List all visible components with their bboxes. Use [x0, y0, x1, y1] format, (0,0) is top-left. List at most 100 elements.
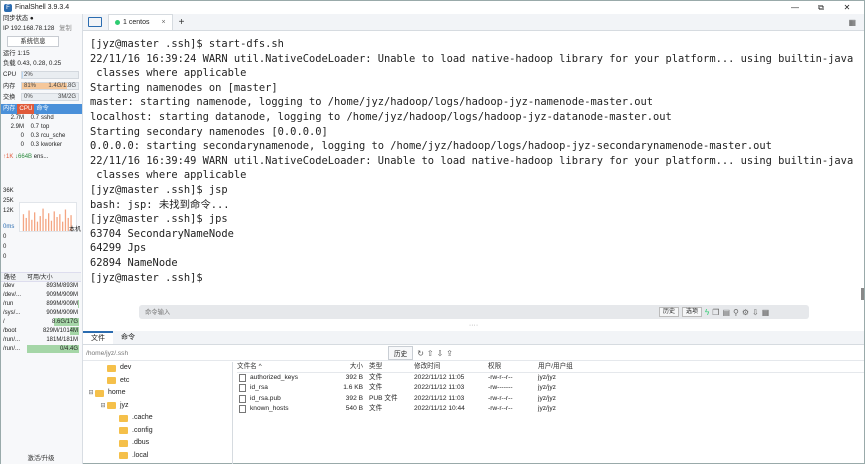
system-info-button[interactable]: 系统信息	[7, 36, 59, 47]
file-icon	[239, 384, 246, 392]
proc-tab-memory[interactable]: 内存	[1, 104, 17, 114]
file-row[interactable]: id_rsa.pub 392 B PUB 文件 2022/11/12 11:03 -rw…	[237, 394, 864, 405]
path-input[interactable]	[83, 347, 388, 359]
process-row[interactable]: 0 0.3 rcu_sche	[1, 132, 82, 141]
col-size[interactable]: 大小	[329, 362, 369, 372]
disk-usage-fill	[78, 300, 79, 308]
memory-value: 1.4G/1.8G	[48, 82, 76, 89]
tree-item[interactable]: ⊟ home	[83, 387, 232, 400]
terminal-line: localhost: starting datanode, logging to…	[90, 110, 672, 123]
file-row[interactable]: id_rsa 1.6 KB 文件 2022/11/12 11:03 -rw-------…	[237, 383, 864, 394]
tree-item[interactable]: etc	[83, 375, 232, 388]
tree-item[interactable]: .config	[83, 425, 232, 438]
process-row[interactable]: 0 0.3 kworker	[1, 141, 82, 150]
terminal-line: 22/11/16 16:39:24 WARN util.NativeCodeLo…	[90, 52, 854, 65]
file-modified: 2022/11/12 11:05	[414, 373, 465, 381]
session-tab-label: 1 centos	[123, 19, 150, 26]
close-tab-icon[interactable]: ×	[161, 19, 165, 26]
minimize-button[interactable]: —	[782, 1, 808, 14]
process-row[interactable]: 2.7M 0.7 sshd	[1, 114, 82, 123]
new-tab-button[interactable]: +	[179, 17, 185, 28]
grid-icon[interactable]: ▦	[762, 308, 770, 317]
app-logo-icon: F	[4, 3, 12, 12]
command-options-button[interactable]: 选项	[682, 307, 703, 317]
download-icon[interactable]: ⇩	[752, 308, 759, 317]
session-tab[interactable]: 1 centos ×	[108, 14, 173, 30]
swap-label: 交换	[3, 94, 16, 101]
file-icon	[239, 373, 246, 382]
file-row[interactable]: authorized_keys 392 B 文件 2022/11/12 11:05 -r…	[237, 373, 864, 384]
path-history-button[interactable]: 历史	[388, 346, 414, 360]
file-owner: jyz/jyz	[538, 373, 556, 381]
command-input-bar: 历史 选项 ϟ ❐ ▤ ⚲ ⚙ ⇩ ▦	[139, 305, 809, 319]
clipboard-icon[interactable]: ▤	[722, 308, 730, 317]
terminal-scrollbar[interactable]	[861, 288, 864, 300]
col-owner[interactable]: 用户/用户组	[538, 362, 598, 372]
file-name: known_hosts	[250, 405, 289, 412]
close-button[interactable]: ✕	[834, 1, 860, 14]
latency-value-2: 0	[3, 244, 7, 250]
download-file-icon[interactable]: ⇩	[437, 349, 444, 358]
file-row[interactable]: known_hosts 540 B 文件 2022/11/12 10:44 -rw-r-…	[237, 404, 864, 415]
connected-status-icon	[115, 20, 120, 25]
terminal-line: classes where applicable	[90, 169, 247, 182]
net-upload: ↑1K	[3, 154, 14, 160]
gear-icon[interactable]: ⚙	[742, 308, 749, 317]
command-input[interactable]	[139, 306, 659, 318]
col-modified[interactable]: 修改时间	[414, 362, 488, 372]
sync-status[interactable]: 同步状态 ●	[1, 14, 82, 24]
upload-icon[interactable]: ⇧	[427, 349, 434, 358]
latency-value-3: 0	[3, 254, 7, 260]
cpu-meter: CPU 2%	[1, 69, 82, 80]
open-folder-icon[interactable]	[88, 17, 102, 27]
maximize-button[interactable]: ⧉	[808, 1, 834, 14]
activate-upgrade-link[interactable]: 激活/升级	[1, 453, 81, 462]
terminal-output[interactable]: [jyz@master .ssh]$ start-dfs.sh 22/11/16 …	[83, 31, 861, 325]
process-row[interactable]: 2.9M 0.7 top	[1, 123, 82, 132]
refresh-icon[interactable]: ↻	[417, 349, 424, 358]
upload-folder-icon[interactable]: ⇪	[446, 349, 453, 358]
proc-tab-command[interactable]: 命令	[34, 104, 50, 114]
disk-value: 909M/909M	[46, 292, 78, 298]
panel-splitter[interactable]: ····	[83, 322, 864, 330]
folder-icon	[119, 414, 128, 422]
file-permissions: -rw-r--r--	[488, 373, 513, 381]
disk-path-header: 路径	[4, 275, 17, 281]
disk-row: /dev/... 909M/909M	[1, 291, 81, 300]
grid-layout-icon[interactable]: ▦	[848, 18, 856, 27]
file-type: 文件	[369, 405, 383, 412]
disk-header: 路径 可用/大小	[1, 272, 81, 282]
latency-host[interactable]: 本机	[69, 224, 81, 233]
tree-item[interactable]: dev	[83, 362, 232, 375]
net-interface[interactable]: ens...	[34, 154, 49, 160]
tree-item[interactable]: .local	[83, 450, 232, 463]
copy-icon[interactable]: ❐	[712, 308, 719, 317]
tree-item[interactable]: .dbus	[83, 437, 232, 450]
tree-item-label: .dbus	[132, 439, 150, 446]
copy-ip-button[interactable]: 复制	[59, 25, 72, 32]
file-type: 文件	[369, 373, 383, 381]
tab-files[interactable]: 文件	[83, 331, 113, 344]
file-name-cell: authorized_keys	[237, 373, 329, 384]
col-filename[interactable]: 文件名 ^	[237, 362, 329, 372]
lightning-icon[interactable]: ϟ	[705, 308, 709, 317]
folder-icon	[95, 389, 104, 397]
cpu-bar: 2%	[21, 70, 79, 79]
folder-icon	[107, 402, 116, 410]
cpu-percent: 2%	[24, 71, 33, 78]
tree-toggle-icon[interactable]: ⊟	[87, 387, 95, 400]
col-type[interactable]: 类型	[369, 362, 414, 372]
disk-list: /dev 893M/893M/dev/... 909M/909M/run 899M/9…	[1, 282, 81, 354]
net-scale-mid: 25K	[3, 198, 14, 204]
proc-tab-cpu[interactable]: CPU	[17, 104, 35, 114]
col-permissions[interactable]: 权限	[488, 362, 538, 372]
process-mem: 0	[20, 142, 24, 148]
tab-commands[interactable]: 命令	[113, 331, 143, 344]
cpu-label: CPU	[3, 71, 17, 78]
command-history-button[interactable]: 历史	[659, 307, 680, 317]
tree-toggle-icon[interactable]: ⊟	[99, 400, 107, 413]
disk-path: /sys/...	[3, 310, 21, 316]
tree-item[interactable]: ⊟ jyz	[83, 400, 232, 413]
tree-item[interactable]: .cache	[83, 412, 232, 425]
search-icon[interactable]: ⚲	[733, 308, 739, 317]
